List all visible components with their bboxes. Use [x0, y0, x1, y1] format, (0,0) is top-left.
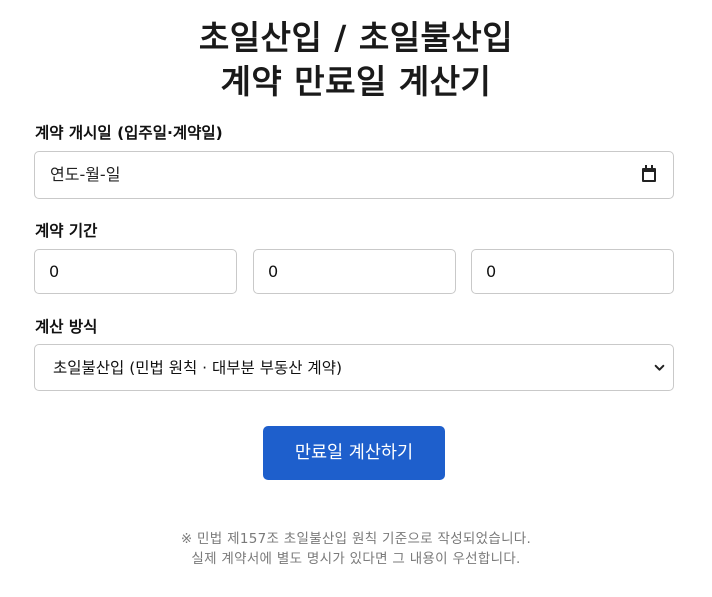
period-input-1-value: 0 [49, 262, 60, 281]
start-date-label: 계약 개시일 (입주일·계약일) [35, 124, 223, 142]
page-title: 초일산입 / 초일불산입 계약 만료일 계산기 [0, 16, 712, 104]
contract-period-label: 계약 기간 [35, 222, 98, 240]
period-input-3[interactable]: 0 [471, 249, 674, 294]
page-title-line-2: 계약 만료일 계산기 [220, 62, 492, 101]
period-input-1[interactable]: 0 [34, 249, 237, 294]
footer-note-line-2: 실제 계약서에 별도 명시가 있다면 그 내용이 우선합니다. [191, 551, 521, 567]
start-date-placeholder: 연도-월-일 [50, 165, 121, 184]
calculator-page: 초일산입 / 초일불산입 계약 만료일 계산기 계약 개시일 (입주일·계약일)… [0, 0, 712, 597]
calculation-method-select[interactable]: 초일불산입 (민법 원칙 · 대부분 부동산 계약) [34, 344, 674, 391]
footer-note-line-1: ※ 민법 제157조 초일불산입 원칙 기준으로 작성되었습니다. [180, 531, 532, 547]
calculation-method-label: 계산 방식 [35, 318, 98, 336]
start-date-input[interactable]: 연도-월-일 [34, 151, 674, 199]
calendar-icon[interactable] [642, 165, 656, 182]
page-title-line-1: 초일산입 / 초일불산입 [198, 18, 514, 57]
period-input-3-value: 0 [486, 262, 497, 281]
period-input-2[interactable]: 0 [253, 249, 456, 294]
calculation-method-selected: 초일불산입 (민법 원칙 · 대부분 부동산 계약) [53, 359, 343, 377]
period-input-2-value: 0 [268, 262, 279, 281]
footer-note: ※ 민법 제157조 초일불산입 원칙 기준으로 작성되었습니다. 실제 계약서… [0, 529, 712, 569]
chevron-down-icon [654, 364, 665, 371]
calculate-button[interactable]: 만료일 계산하기 [263, 426, 445, 480]
